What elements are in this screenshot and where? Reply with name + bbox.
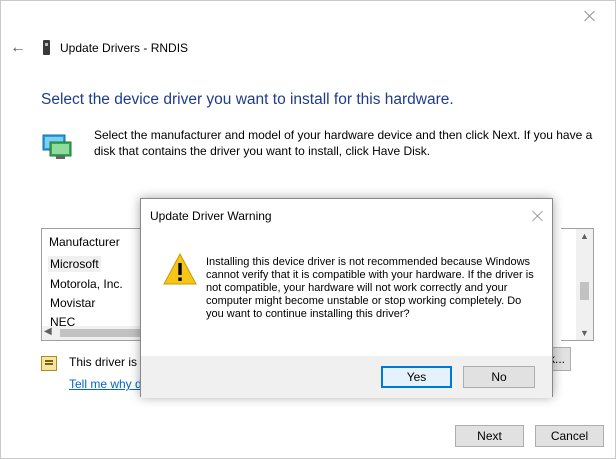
window-title: Update Drivers - RNDIS xyxy=(60,41,189,55)
scroll-down-icon[interactable]: ▼ xyxy=(580,328,589,338)
dialog-footer: Yes No xyxy=(141,356,552,398)
scroll-left-icon[interactable]: ◀ xyxy=(44,326,52,337)
dialog-title: Update Driver Warning xyxy=(150,209,272,223)
next-button[interactable]: Next xyxy=(455,425,524,447)
scroll-up-icon[interactable]: ▲ xyxy=(580,231,589,241)
close-icon[interactable] xyxy=(532,210,544,222)
scrollbar-thumb[interactable] xyxy=(60,329,140,337)
close-icon[interactable] xyxy=(584,10,596,22)
page-heading: Select the device driver you want to ins… xyxy=(41,91,454,108)
scrollbar-thumb[interactable] xyxy=(580,282,589,300)
back-arrow-icon[interactable]: ← xyxy=(10,40,26,56)
warning-icon xyxy=(163,253,197,285)
list-item[interactable]: Movistar xyxy=(48,295,97,311)
vertical-scrollbar[interactable]: ▲ ▼ xyxy=(576,229,593,340)
instructions-text: Select the manufacturer and model of you… xyxy=(94,128,593,158)
warning-message: Installing this device driver is not rec… xyxy=(206,256,534,320)
no-button[interactable]: No xyxy=(463,366,535,388)
network-adapter-icon xyxy=(42,134,72,159)
certificate-icon xyxy=(41,356,57,371)
cancel-button[interactable]: Cancel xyxy=(535,425,604,447)
list-item[interactable]: Microsoft xyxy=(48,256,101,272)
yes-button[interactable]: Yes xyxy=(381,366,452,388)
signed-status-text: This driver is d xyxy=(69,355,148,369)
manufacturer-header: Manufacturer xyxy=(49,235,120,249)
update-driver-warning-dialog: Update Driver Warning Installing this de… xyxy=(140,198,553,398)
device-icon xyxy=(43,40,50,55)
model-listbox[interactable]: ▲ ▼ xyxy=(561,228,594,341)
list-item[interactable]: Motorola, Inc. xyxy=(48,276,125,292)
signing-info-link[interactable]: Tell me why d xyxy=(69,377,142,391)
